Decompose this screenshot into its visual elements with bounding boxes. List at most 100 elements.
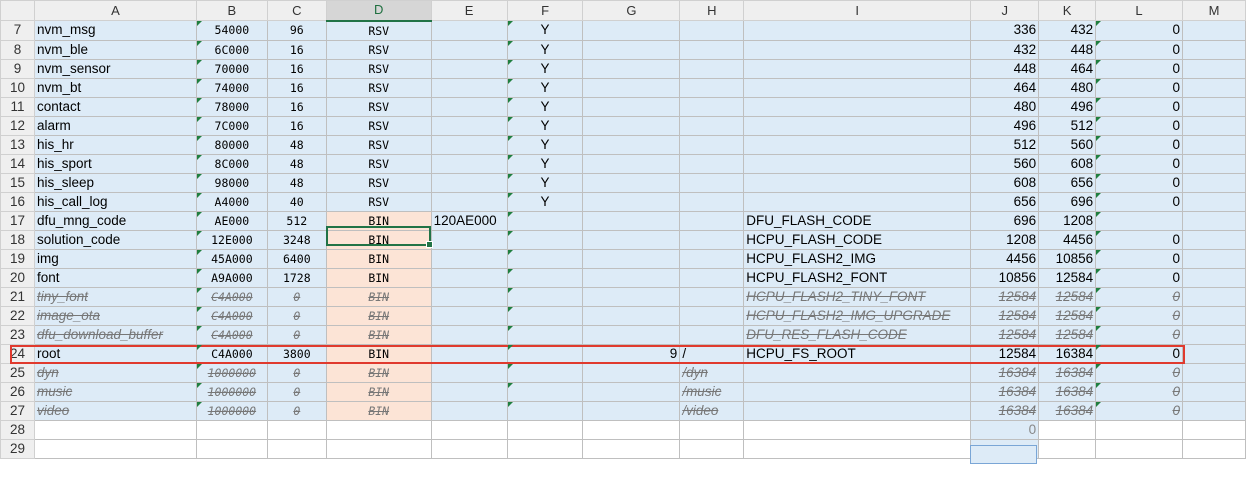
cell-D14[interactable]: RSV — [325, 153, 432, 174]
cell-C11[interactable]: 16 — [266, 96, 327, 117]
cell-G20[interactable] — [582, 267, 681, 288]
cell-M7[interactable] — [1181, 20, 1246, 41]
cell-A20[interactable]: font — [33, 267, 197, 288]
cell-D23[interactable]: BIN — [325, 324, 432, 345]
cell-J28[interactable]: 0 — [970, 419, 1040, 440]
cell-D9[interactable]: RSV — [325, 58, 432, 79]
cell-D7[interactable]: RSV — [325, 20, 432, 41]
cell-F8[interactable]: Y — [506, 39, 584, 60]
cell-F25[interactable] — [506, 362, 584, 383]
cell-K8[interactable]: 448 — [1038, 39, 1097, 60]
row-header[interactable]: 29 — [0, 438, 35, 459]
cell-J19[interactable]: 4456 — [970, 248, 1040, 269]
cell-G18[interactable] — [582, 229, 681, 250]
cell-L26[interactable]: 0 — [1095, 381, 1183, 402]
column-header-f[interactable]: F — [506, 0, 584, 21]
row-header[interactable]: 10 — [0, 77, 35, 98]
cell-E8[interactable] — [430, 39, 508, 60]
cell-C7[interactable]: 96 — [266, 20, 327, 41]
cell-K14[interactable]: 608 — [1038, 153, 1097, 174]
cell-M9[interactable] — [1181, 58, 1246, 79]
cell-B26[interactable]: 1000000 — [195, 381, 268, 402]
cell-D19[interactable]: BIN — [325, 248, 432, 269]
cell-K24[interactable]: 16384 — [1038, 343, 1097, 364]
cell-B12[interactable]: 7C000 — [195, 115, 268, 136]
cell-K9[interactable]: 464 — [1038, 58, 1097, 79]
cell-G21[interactable] — [582, 286, 681, 307]
cell-G22[interactable] — [582, 305, 681, 326]
cell-H10[interactable] — [679, 77, 745, 98]
sheet-grid[interactable]: A B C D E F G H I J K L M 7 nvm_msg 54000 96 RSV Y 336 432 0 8… — [0, 0, 1246, 459]
cell-J9[interactable]: 448 — [970, 58, 1040, 79]
cell-E11[interactable] — [430, 96, 508, 117]
cell-H13[interactable] — [679, 134, 745, 155]
cell-E9[interactable] — [430, 58, 508, 79]
cell-G10[interactable] — [582, 77, 681, 98]
cell-G13[interactable] — [582, 134, 681, 155]
cell-B23[interactable]: C4A000 — [195, 324, 268, 345]
cell-B8[interactable]: 6C000 — [195, 39, 268, 60]
cell-K27[interactable]: 16384 — [1038, 400, 1097, 421]
cell-L7[interactable]: 0 — [1095, 20, 1183, 41]
cell-K19[interactable]: 10856 — [1038, 248, 1097, 269]
cell-G26[interactable] — [582, 381, 681, 402]
cell-E7[interactable] — [430, 20, 508, 41]
cell-K26[interactable]: 16384 — [1038, 381, 1097, 402]
cell-J24[interactable]: 12584 — [970, 343, 1040, 364]
cell-J21[interactable]: 12584 — [970, 286, 1040, 307]
cell-D21[interactable]: BIN — [325, 286, 432, 307]
row-header[interactable]: 21 — [0, 286, 35, 307]
cell-B9[interactable]: 70000 — [195, 58, 268, 79]
cell-F14[interactable]: Y — [506, 153, 584, 174]
cell-K18[interactable]: 4456 — [1038, 229, 1097, 250]
cell-G27[interactable] — [582, 400, 681, 421]
cell-L13[interactable]: 0 — [1095, 134, 1183, 155]
cell-C13[interactable]: 48 — [266, 134, 327, 155]
cell-H27[interactable]: /video — [679, 400, 745, 421]
cell-K17[interactable]: 1208 — [1038, 210, 1097, 231]
cell-D29[interactable] — [325, 438, 432, 459]
column-header-e[interactable]: E — [430, 0, 508, 21]
cell-G8[interactable] — [582, 39, 681, 60]
cell-H16[interactable] — [679, 191, 745, 212]
column-header-d[interactable]: D — [325, 0, 432, 22]
cell-M14[interactable] — [1181, 153, 1246, 174]
cell-A15[interactable]: his_sleep — [33, 172, 197, 193]
cell-L25[interactable]: 0 — [1095, 362, 1183, 383]
cell-A7[interactable]: nvm_msg — [33, 20, 197, 41]
cell-C18[interactable]: 3248 — [266, 229, 327, 250]
cell-M13[interactable] — [1181, 134, 1246, 155]
cell-B13[interactable]: 80000 — [195, 134, 268, 155]
cell-A26[interactable]: music — [33, 381, 197, 402]
cell-I27[interactable] — [743, 400, 972, 421]
cell-J12[interactable]: 496 — [970, 115, 1040, 136]
cell-K7[interactable]: 432 — [1038, 20, 1097, 41]
cell-I17[interactable]: DFU_FLASH_CODE — [743, 210, 972, 231]
cell-B7[interactable]: 54000 — [195, 20, 268, 41]
cell-H18[interactable] — [679, 229, 745, 250]
cell-K29[interactable] — [1038, 438, 1097, 459]
cell-I29[interactable] — [743, 438, 972, 459]
cell-F10[interactable]: Y — [506, 77, 584, 98]
cell-I21[interactable]: HCPU_FLASH2_TINY_FONT — [743, 286, 972, 307]
cell-I23[interactable]: DFU_RES_FLASH_CODE — [743, 324, 972, 345]
row-header[interactable]: 19 — [0, 248, 35, 269]
cell-D13[interactable]: RSV — [325, 134, 432, 155]
select-all-corner[interactable] — [0, 0, 35, 21]
cell-F15[interactable]: Y — [506, 172, 584, 193]
column-header-b[interactable]: B — [195, 0, 268, 21]
cell-A12[interactable]: alarm — [33, 115, 197, 136]
cell-M10[interactable] — [1181, 77, 1246, 98]
cell-I16[interactable] — [743, 191, 972, 212]
cell-F28[interactable] — [506, 419, 584, 440]
column-header-a[interactable]: A — [33, 0, 197, 21]
cell-I8[interactable] — [743, 39, 972, 60]
cell-A25[interactable]: dyn — [33, 362, 197, 383]
cell-G29[interactable] — [582, 438, 681, 459]
cell-M26[interactable] — [1181, 381, 1246, 402]
cell-J13[interactable]: 512 — [970, 134, 1040, 155]
cell-E19[interactable] — [430, 248, 508, 269]
row-header[interactable]: 27 — [0, 400, 35, 421]
cell-H7[interactable] — [679, 20, 745, 41]
cell-A13[interactable]: his_hr — [33, 134, 197, 155]
